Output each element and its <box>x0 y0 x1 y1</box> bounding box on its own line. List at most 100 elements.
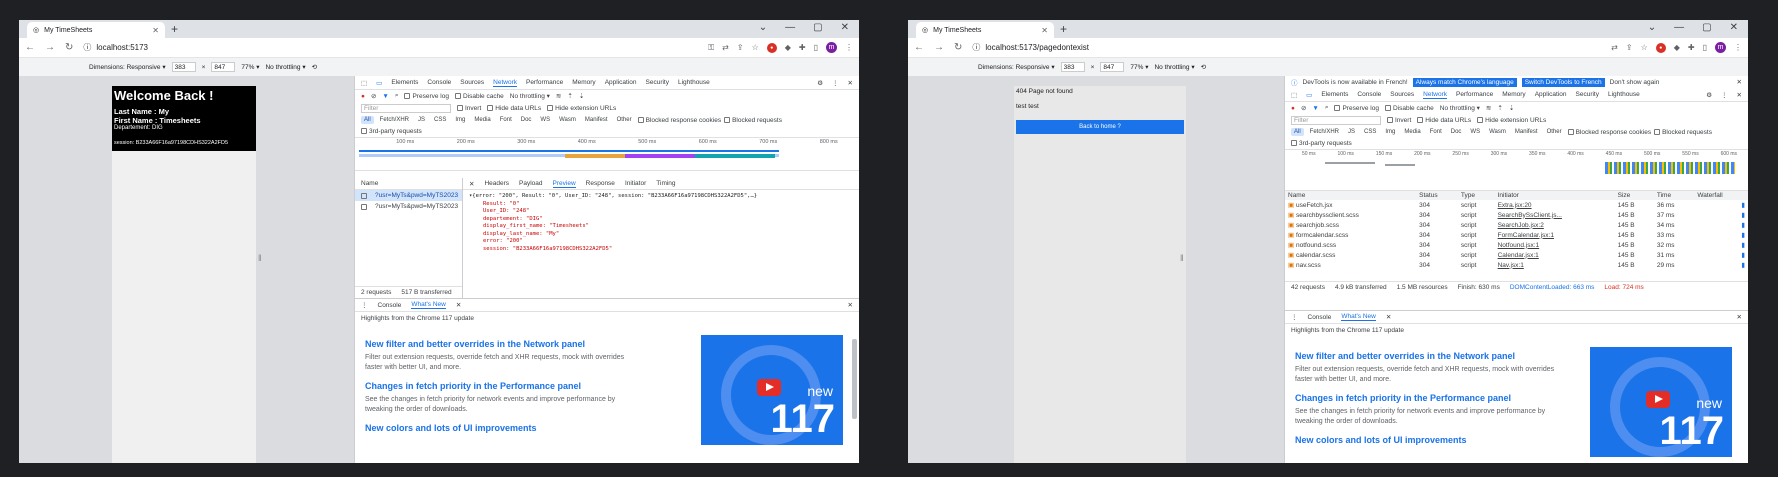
zoom-select[interactable]: 77% ▾ <box>1130 63 1148 71</box>
disable-cache-checkbox[interactable]: Disable cache <box>454 93 504 100</box>
blocked-cookies-checkbox[interactable]: Blocked response cookies <box>1567 129 1651 136</box>
hide-data-checkbox[interactable]: Hide data URLs <box>487 105 541 112</box>
scrollbar[interactable] <box>852 339 857 419</box>
table-row[interactable]: ▣ searchbyssclient.scss 304 script SearchBy… <box>1285 210 1748 220</box>
type-media[interactable]: Media <box>1401 128 1423 136</box>
throttle-select[interactable]: No throttling ▾ <box>510 92 550 100</box>
extension2-icon[interactable]: ◆ <box>1674 43 1680 52</box>
clear-icon[interactable]: ⊘ <box>1301 104 1306 112</box>
star-icon[interactable]: ☆ <box>1641 43 1648 52</box>
type-manifest[interactable]: Manifest <box>1512 128 1541 136</box>
dimensions-select[interactable]: Dimensions: Responsive ▾ <box>978 63 1055 71</box>
device-icon[interactable]: ▭ <box>1306 91 1312 99</box>
tab-performance[interactable]: Performance <box>526 79 563 86</box>
width-input[interactable]: 383 <box>1060 62 1085 72</box>
table-row[interactable]: ▣ formcalendar.scss 304 script FormCalendar… <box>1285 230 1748 240</box>
browser-tab[interactable]: ◎ My TimeSheets ✕ <box>27 22 165 38</box>
tab-payload[interactable]: Payload <box>519 180 543 187</box>
tab-sources[interactable]: Sources <box>460 79 484 86</box>
table-row[interactable]: ▣ searchjob.scss 304 script SearchJob.jsx:2… <box>1285 220 1748 230</box>
blocked-cookies-checkbox[interactable]: Blocked response cookies <box>637 117 721 124</box>
upload-icon[interactable]: ⇡ <box>567 92 572 100</box>
type-img[interactable]: Img <box>452 116 468 124</box>
extension-icon[interactable]: ● <box>1655 42 1666 53</box>
tab-application[interactable]: Application <box>1535 91 1567 98</box>
new-tab-icon[interactable]: + <box>1060 22 1067 36</box>
chevron-down-icon[interactable]: ⌄ <box>1648 22 1656 33</box>
gear-icon[interactable]: ⚙ <box>1706 91 1712 99</box>
resize-handle[interactable]: ‖ <box>258 253 262 263</box>
extension-icon[interactable]: ● <box>766 42 777 53</box>
close-icon[interactable]: ✕ <box>1737 91 1742 99</box>
type-font[interactable]: Font <box>497 116 515 124</box>
throttle-select[interactable]: No throttling ▾ <box>1440 104 1480 112</box>
menu-icon[interactable]: ⋮ <box>1734 43 1742 52</box>
type-doc[interactable]: Doc <box>518 116 535 124</box>
rotate-icon[interactable]: ⟲ <box>312 63 317 71</box>
close-icon[interactable]: ✕ <box>1386 313 1391 321</box>
type-media[interactable]: Media <box>471 116 493 124</box>
forward-icon[interactable]: → <box>45 42 55 53</box>
browser-tab[interactable]: ◎ My TimeSheets ✕ <box>916 22 1054 38</box>
col-initiator[interactable]: Initiator <box>1495 191 1615 200</box>
key-icon[interactable]: ⚿ <box>708 43 714 53</box>
match-language-button[interactable]: Always match Chrome's language <box>1412 77 1517 87</box>
tab-memory[interactable]: Memory <box>1502 91 1525 98</box>
device-icon[interactable]: ▭ <box>376 79 382 87</box>
tab-lighthouse[interactable]: Lighthouse <box>678 79 710 86</box>
col-name[interactable]: Name <box>1285 191 1416 200</box>
search-icon[interactable]: ⌕ <box>395 92 399 100</box>
col-type[interactable]: Type <box>1458 191 1495 200</box>
minimize-icon[interactable]: — <box>1674 22 1684 33</box>
tab-security[interactable]: Security <box>1576 91 1599 98</box>
rotate-icon[interactable]: ⟲ <box>1201 63 1206 71</box>
clear-icon[interactable]: ⊘ <box>371 92 376 100</box>
throttle-select[interactable]: No throttling ▾ <box>1154 63 1194 71</box>
tab-sources[interactable]: Sources <box>1390 91 1414 98</box>
col-time[interactable]: Time <box>1654 191 1694 200</box>
share-icon[interactable]: ⇪ <box>1626 43 1633 52</box>
table-row[interactable]: ▣ nav.scss 304 script Nav.jsx:1 145 B 29 ms ▮ <box>1285 260 1748 270</box>
puzzle-icon[interactable]: ✚ <box>1688 43 1695 52</box>
inspect-icon[interactable]: ⬚ <box>361 79 367 87</box>
gear-icon[interactable]: ⚙ <box>817 79 823 87</box>
type-other[interactable]: Other <box>1544 128 1565 136</box>
close-icon[interactable]: ✕ <box>1737 78 1742 86</box>
type-js[interactable]: JS <box>415 116 428 124</box>
table-row[interactable]: ▣ calendar.scss 304 script Calendar.jsx:1 14… <box>1285 250 1748 260</box>
tab-application[interactable]: Application <box>605 79 637 86</box>
upload-icon[interactable]: ⇡ <box>1497 104 1502 112</box>
download-icon[interactable]: ⇣ <box>1509 104 1514 112</box>
wifi-icon[interactable]: ≋ <box>1486 104 1491 112</box>
tab-whats-new[interactable]: What's New <box>1341 313 1376 321</box>
type-font[interactable]: Font <box>1427 128 1445 136</box>
type-ws[interactable]: WS <box>537 116 553 124</box>
type-img[interactable]: Img <box>1382 128 1398 136</box>
translate-icon[interactable]: ⇄ <box>1611 43 1618 52</box>
minimize-icon[interactable]: — <box>785 22 795 33</box>
close-window-icon[interactable]: ✕ <box>1730 22 1738 33</box>
request-row[interactable]: ?usr=MyTs&pwd=MyTS2023 <box>355 190 462 201</box>
tab-headers[interactable]: Headers <box>484 180 509 187</box>
forward-icon[interactable]: → <box>934 42 944 53</box>
avatar[interactable]: m <box>826 42 837 53</box>
download-icon[interactable]: ⇣ <box>579 92 584 100</box>
hide-ext-checkbox[interactable]: Hide extension URLs <box>547 105 616 112</box>
video-thumbnail[interactable]: new 117 <box>701 335 843 445</box>
extension2-icon[interactable]: ◆ <box>785 43 791 52</box>
table-row[interactable]: ▣ notfound.scss 304 script Notfound.jsx:1 14… <box>1285 240 1748 250</box>
more-icon[interactable]: ⋮ <box>361 301 368 309</box>
more-icon[interactable]: ⋮ <box>832 79 839 87</box>
tab-timing[interactable]: Timing <box>656 180 675 187</box>
close-window-icon[interactable]: ✕ <box>841 22 849 33</box>
name-column-header[interactable]: Name <box>355 178 462 190</box>
type-all[interactable]: All <box>1291 128 1304 136</box>
close-drawer-icon[interactable]: ✕ <box>1737 313 1742 321</box>
close-icon[interactable]: ✕ <box>848 79 853 87</box>
tab-initiator[interactable]: Initiator <box>625 180 646 187</box>
close-icon[interactable]: ✕ <box>469 180 474 188</box>
new-tab-icon[interactable]: + <box>171 22 178 36</box>
address-bar[interactable]: ⓘ localhost:5173 <box>83 41 698 55</box>
col-status[interactable]: Status <box>1416 191 1458 200</box>
type-fetch[interactable]: Fetch/XHR <box>377 116 412 124</box>
